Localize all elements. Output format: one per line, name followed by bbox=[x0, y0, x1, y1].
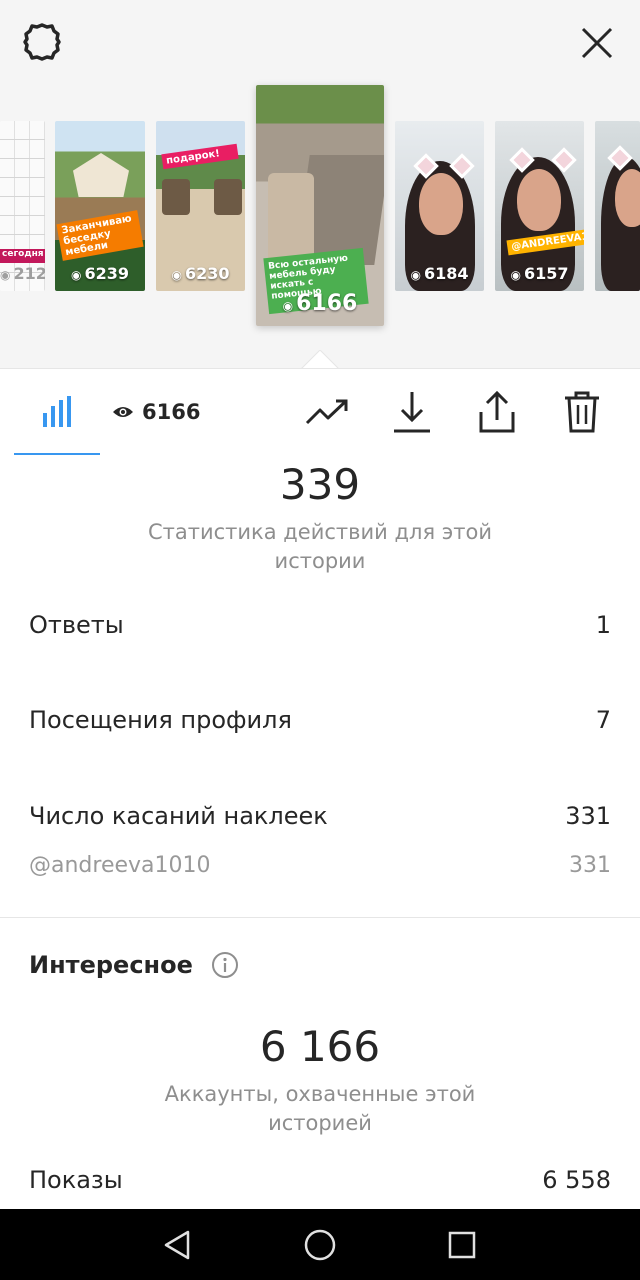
stat-value: 6 558 bbox=[542, 1166, 611, 1194]
home-button[interactable] bbox=[301, 1226, 339, 1264]
story-views: ◉ 6239 bbox=[70, 264, 129, 283]
story-views: ◉ 6184 bbox=[410, 264, 469, 283]
story-views: ◉ 6166 bbox=[282, 291, 358, 316]
reach-total: 6 166 bbox=[259, 1022, 381, 1071]
stat-label: Посещения профиля bbox=[29, 706, 292, 734]
viewers-tab[interactable]: 6166 bbox=[112, 369, 200, 455]
eye-icon: ◉ bbox=[171, 268, 182, 282]
stat-label: @andreeva1010 bbox=[29, 853, 211, 878]
recents-icon bbox=[448, 1231, 476, 1259]
story-views: ◉ 6230 bbox=[171, 264, 230, 283]
trash-icon bbox=[565, 391, 599, 433]
stat-row-sticker-mention: @andreeva1010 331 bbox=[29, 853, 611, 878]
delete-button[interactable] bbox=[557, 387, 607, 437]
back-icon bbox=[164, 1230, 190, 1260]
eye-icon: ◉ bbox=[410, 268, 421, 282]
stat-label: Число касаний наклеек bbox=[29, 802, 328, 830]
stat-row-sticker-taps: Число касаний наклеек 331 bbox=[29, 802, 611, 830]
active-tab-indicator bbox=[14, 453, 100, 455]
download-button[interactable] bbox=[387, 387, 437, 437]
face-image bbox=[517, 169, 561, 231]
eye-icon bbox=[113, 407, 133, 417]
system-nav-bar bbox=[0, 1209, 640, 1280]
stat-row-impressions: Показы 6 558 bbox=[29, 1166, 611, 1194]
chair-image bbox=[268, 173, 314, 263]
stat-label: Показы bbox=[29, 1166, 123, 1194]
tab-insights[interactable] bbox=[14, 369, 100, 455]
story-caption: подарок! bbox=[161, 143, 239, 170]
stat-label: Ответы bbox=[29, 611, 124, 639]
eye-icon: ◉ bbox=[510, 268, 521, 282]
chair-image bbox=[214, 179, 242, 215]
trending-button[interactable] bbox=[302, 387, 352, 437]
home-icon bbox=[304, 1229, 336, 1261]
stat-row-profile-visits: Посещения профиля 7 bbox=[29, 706, 611, 734]
info-icon[interactable] bbox=[211, 951, 239, 979]
eye-icon: ◉ bbox=[0, 268, 11, 282]
bar-chart-icon bbox=[43, 396, 71, 427]
share-button[interactable] bbox=[472, 387, 522, 437]
eye-icon: ◉ bbox=[70, 268, 82, 282]
share-icon bbox=[479, 390, 515, 433]
story-thumbnail-selected[interactable]: Всю остальную мебель буду искать с помощь… bbox=[256, 85, 384, 326]
back-button[interactable] bbox=[158, 1226, 196, 1264]
settings-icon bbox=[23, 23, 61, 61]
stat-row-replies: Ответы 1 bbox=[29, 611, 611, 639]
section-divider bbox=[0, 917, 640, 918]
stat-value: 7 bbox=[595, 706, 611, 734]
story-views: ◉ 212 bbox=[0, 264, 45, 283]
stat-value: 331 bbox=[569, 853, 611, 878]
chair-image bbox=[162, 179, 190, 215]
stat-value: 331 bbox=[565, 802, 611, 830]
story-thumbnail[interactable]: ◉ 6184 bbox=[395, 121, 484, 291]
gazebo-image bbox=[73, 153, 129, 197]
views-count-label: 6166 bbox=[142, 400, 201, 424]
story-thumbnail[interactable]: Заканчиваю беседку мебели ◉ 6239 bbox=[55, 121, 145, 291]
story-toolbar: 6166 bbox=[0, 368, 640, 455]
story-thumbnail[interactable]: сегодня ◉ 212 bbox=[0, 121, 45, 291]
story-caption: сегодня bbox=[0, 249, 45, 263]
selected-caret-icon bbox=[300, 350, 340, 370]
reach-label: Аккаунты, охваченные этой историей bbox=[164, 1082, 476, 1135]
story-thumbnail[interactable]: подарок! ◉ 6230 bbox=[156, 121, 245, 291]
close-button[interactable] bbox=[574, 20, 620, 66]
close-icon bbox=[581, 27, 613, 59]
trending-up-icon bbox=[305, 399, 348, 425]
story-thumbnail[interactable]: @ANDREEVA1010 ◉ 6157 bbox=[495, 121, 584, 291]
interactions-total: 339 bbox=[279, 460, 361, 509]
interactions-label: Статистика действий для этой истории bbox=[147, 520, 493, 573]
discovery-section-title: Интересное bbox=[29, 951, 239, 979]
eye-icon: ◉ bbox=[282, 299, 294, 313]
story-thumbnail[interactable] bbox=[595, 121, 640, 291]
face-image bbox=[615, 169, 640, 227]
story-strip: сегодня ◉ 212 Заканчиваю беседку мебели ◉ 6… bbox=[0, 0, 640, 370]
recents-button[interactable] bbox=[443, 1226, 481, 1264]
discovery-title-label: Интересное bbox=[29, 951, 193, 979]
settings-button[interactable] bbox=[18, 18, 66, 66]
stat-value: 1 bbox=[595, 611, 611, 639]
face-image bbox=[419, 173, 463, 235]
story-views: ◉ 6157 bbox=[510, 264, 569, 283]
download-icon bbox=[394, 392, 430, 433]
story-caption: Заканчиваю беседку мебели bbox=[56, 210, 144, 261]
